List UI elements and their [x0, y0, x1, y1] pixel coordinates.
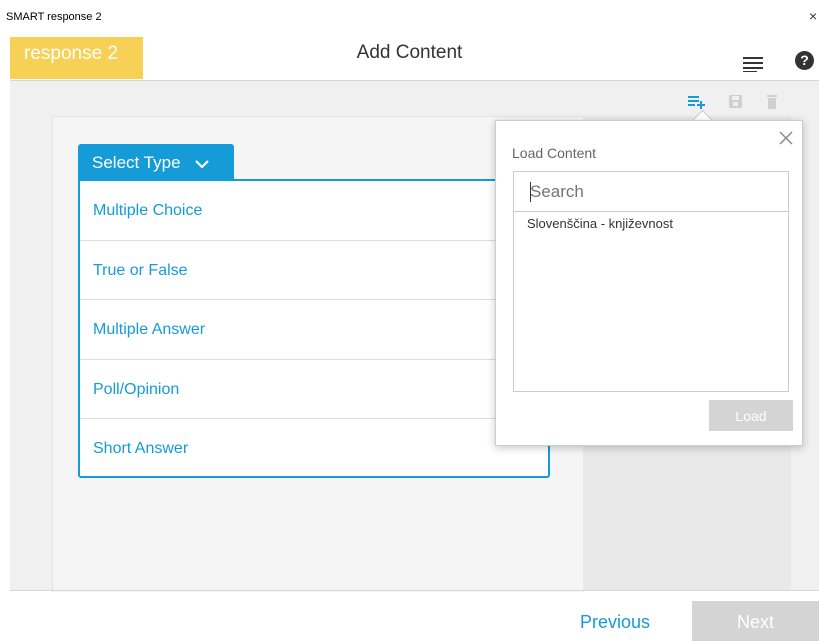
menu-icon[interactable]	[743, 56, 763, 72]
text-caret	[530, 182, 531, 202]
type-option-true-or-false[interactable]: True or False	[80, 241, 548, 300]
content-list: Slovenščina - književnost	[513, 212, 789, 392]
chevron-down-icon	[195, 159, 210, 169]
save-icon[interactable]	[727, 94, 745, 110]
delete-icon[interactable]	[763, 94, 781, 110]
help-icon[interactable]: ?	[795, 51, 814, 70]
type-option-multiple-choice[interactable]: Multiple Choice	[80, 181, 548, 241]
window-close-button[interactable]: ×	[809, 8, 819, 24]
select-type-dropdown[interactable]: Select Type	[78, 144, 234, 182]
popup-title: Load Content	[512, 145, 597, 161]
type-option-short-answer[interactable]: Short Answer	[80, 419, 548, 479]
list-item[interactable]: Slovenščina - književnost	[514, 212, 788, 231]
search-input[interactable]	[513, 171, 789, 212]
type-option-multiple-answer[interactable]: Multiple Answer	[80, 300, 548, 360]
close-icon[interactable]	[779, 131, 793, 145]
next-button[interactable]: Next	[692, 601, 819, 641]
footer-divider	[10, 590, 819, 591]
select-type-label: Select Type	[92, 153, 181, 172]
load-content-popup: Load Content Slovenščina - književnost L…	[495, 120, 803, 446]
window-title: SMART response 2	[6, 11, 102, 23]
previous-button[interactable]: Previous	[580, 612, 650, 633]
question-type-list: Multiple Choice True or False Multiple A…	[78, 179, 550, 478]
page-title: Add Content	[356, 42, 463, 63]
add-list-icon[interactable]	[688, 94, 706, 110]
type-option-poll-opinion[interactable]: Poll/Opinion	[80, 360, 548, 419]
load-button[interactable]: Load	[709, 400, 793, 431]
